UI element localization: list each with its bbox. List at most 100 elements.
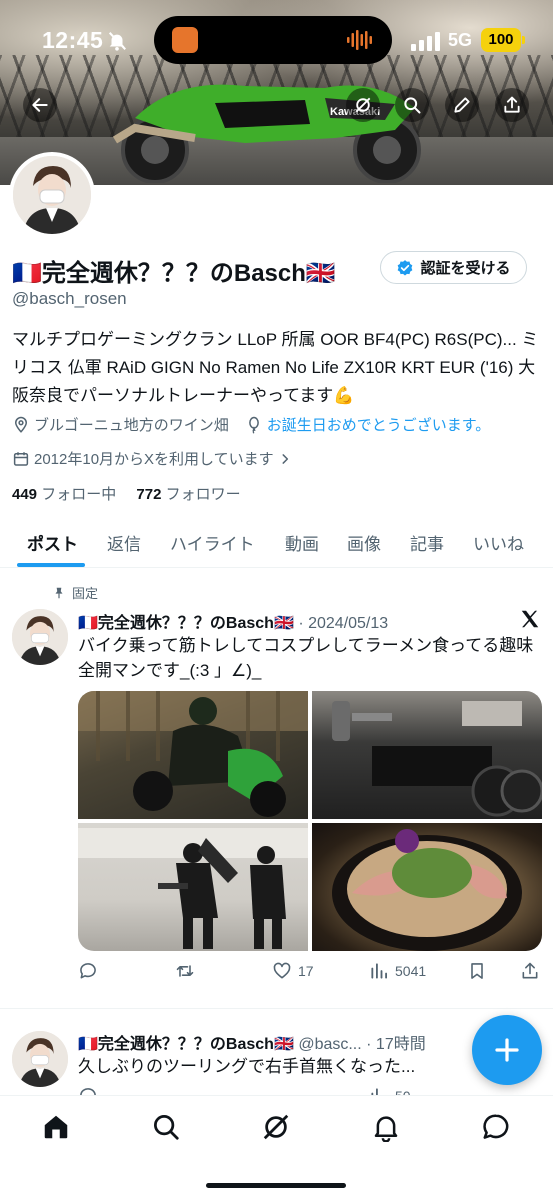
tweet-divider [0,1008,553,1009]
grok-icon [355,97,371,113]
share-icon [504,96,520,113]
profile-avatar[interactable] [9,152,95,238]
plus-icon [495,1038,519,1062]
tab-highlights[interactable]: ハイライト [170,530,255,555]
nav-search[interactable] [151,1112,181,1142]
get-verified-label: 認証を受ける [420,260,511,277]
grok-button[interactable] [346,88,380,122]
balloon-icon [248,416,259,434]
profile-display-name: 🇫🇷完全週休？？？のBasch🇬🇧 [12,260,336,287]
tweet-media-grid [78,691,542,951]
profile-meta-row: ブルゴーニュ地方のワイン畑 お誕生日おめでとうございます。 [12,414,490,435]
tab-articles[interactable]: 記事 [410,530,444,555]
tweet-image-gym[interactable] [312,691,542,819]
share-button[interactable] [495,88,529,122]
share-tweet-button[interactable] [520,961,540,981]
pin-icon [55,587,63,598]
network-type: 5G [448,30,473,50]
tab-posts[interactable]: ポスト [27,530,78,555]
status-time: 12:45 [42,27,104,53]
battery-cap [522,36,525,44]
following-link[interactable]: 449 フォロー中 [12,486,116,503]
tweet-author-name[interactable]: 🇫🇷完全週休？？？のBasch🇬🇧 [78,615,294,632]
battery-level: 100 [481,28,521,52]
nav-notifications[interactable] [371,1112,401,1143]
like-count: 17 [298,963,314,979]
ramen-illustration [332,829,522,951]
nav-grok[interactable] [261,1112,291,1142]
views-count: 5041 [395,963,427,979]
profile-joined-row[interactable]: 2012年10月からXを利用しています [12,448,296,469]
x-logo-icon [521,610,539,628]
retweet-icon [176,965,194,977]
tab-replies[interactable]: 返信 [107,530,141,555]
edit-button[interactable] [445,88,479,122]
tweet-image-cosplay[interactable] [78,823,308,951]
avatar-illustration [13,156,91,234]
tweet-image-ramen[interactable] [312,823,542,951]
now-playing-app-icon [172,27,198,53]
tweet-avatar[interactable] [12,1031,68,1087]
tab-media[interactable]: 画像 [347,530,381,555]
dynamic-island [154,16,392,64]
get-verified-button[interactable]: 認証を受ける [380,251,527,284]
status-bar: 12:45 5G 100 [0,0,553,80]
pinned-label: 固定 [72,586,99,601]
bookmark-icon [471,963,483,979]
messages-icon [483,1114,509,1139]
tweet-header: 🇫🇷完全週休？？？のBasch🇬🇧 @basc... · 17時間 [78,1030,426,1054]
grok-icon [263,1114,289,1140]
avatar-illustration [12,609,68,665]
like-button[interactable]: 17 [272,961,314,981]
reply-button[interactable] [78,961,104,981]
tweet-image-rider[interactable] [78,691,308,819]
tweet-author-name[interactable]: 🇫🇷完全週休？？？のBasch🇬🇧 [78,1036,294,1053]
compose-post-button[interactable] [472,1015,542,1085]
followers-label: フォロワー [165,486,241,503]
rider-illustration [78,691,308,817]
heart-icon [273,962,291,979]
tweet-actions: 17 5041 [78,961,542,985]
avatar-illustration [12,1031,68,1087]
profile-banner[interactable]: Kawasaki 12:45 5G 100 [0,0,553,185]
followers-link[interactable]: 772 フォロワー [136,486,240,503]
profile-handle: @basch_rosen [12,289,127,308]
home-indicator [206,1183,346,1188]
signal-icon [411,32,440,51]
gym-illustration [332,701,542,817]
analytics-icon [371,963,387,979]
tweet-header: 🇫🇷完全週休？？？のBasch🇬🇧 · 2024/05/13 [78,609,388,633]
reply-icon [80,963,96,979]
profile-bio: マルチプロゲーミングクラン LLoP 所属 OOR BF4(PC) R6S(PC… [12,330,539,405]
nav-messages[interactable] [481,1112,511,1142]
tab-likes[interactable]: いいね [473,530,524,555]
search-icon [154,1115,179,1140]
profile-birthday[interactable]: お誕生日おめでとうございます。 [267,414,491,435]
notifications-icon [374,1116,398,1143]
calendar-icon [13,451,29,466]
location-pin-icon [14,416,28,433]
chevron-right-icon [282,453,288,464]
bookmark-button[interactable] [467,961,487,981]
active-tab-indicator [17,563,85,567]
tab-videos[interactable]: 動画 [285,530,319,555]
home-icon [44,1115,68,1139]
nav-home[interactable] [41,1112,71,1142]
search-button[interactable] [395,88,429,122]
pinned-indicator: 固定 [52,583,98,602]
views-button[interactable]: 5041 [369,961,426,981]
tweet-text: 久しぶりのツーリングで右手首無くなった... [78,1057,416,1076]
following-label: フォロー中 [41,486,117,503]
profile-joined-date: 2012年10月からXを利用しています [34,451,274,468]
tweet-handle-time: @basc... · 17時間 [293,1036,426,1053]
profile-tabs: ポスト 返信 ハイライト 動画 画像 記事 いいね [0,520,553,568]
retweet-button[interactable] [175,961,201,981]
share-icon [522,962,538,979]
tweet-text: バイク乗って筋トレしてコスプレしてラーメン食ってる趣味全開マンです_(:3 」∠… [78,636,534,680]
search-icon [404,97,421,114]
followers-count: 772 [136,486,162,503]
cosplay-illustration [78,828,308,949]
audio-wave-icon [347,30,372,50]
back-button[interactable] [23,88,57,122]
tweet-avatar[interactable] [12,609,68,665]
